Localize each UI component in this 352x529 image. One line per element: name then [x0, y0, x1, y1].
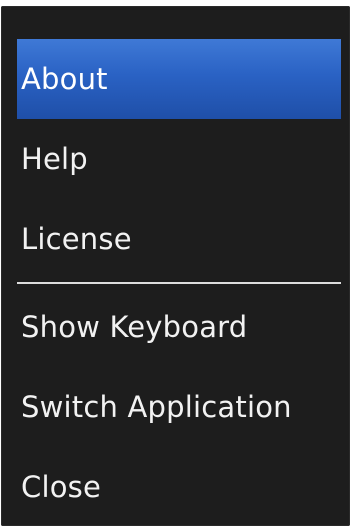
menu-item-show-keyboard[interactable]: Show Keyboard	[17, 287, 341, 367]
menu-item-about[interactable]: About	[17, 39, 341, 119]
menu-item-help[interactable]: Help	[17, 119, 341, 199]
context-menu: About Help License Show Keyboard Switch …	[1, 6, 350, 526]
menu-item-label: Show Keyboard	[21, 310, 248, 344]
menu-item-label: About	[21, 62, 108, 96]
menu-item-switch-application[interactable]: Switch Application	[17, 367, 341, 447]
menu-item-label: Help	[21, 142, 88, 176]
menu-divider	[17, 282, 341, 284]
menu-item-label: License	[21, 222, 132, 256]
menu-item-label: Switch Application	[21, 390, 292, 424]
menu-item-close[interactable]: Close	[17, 447, 341, 527]
menu-item-license[interactable]: License	[17, 199, 341, 279]
menu-item-label: Close	[21, 470, 101, 504]
